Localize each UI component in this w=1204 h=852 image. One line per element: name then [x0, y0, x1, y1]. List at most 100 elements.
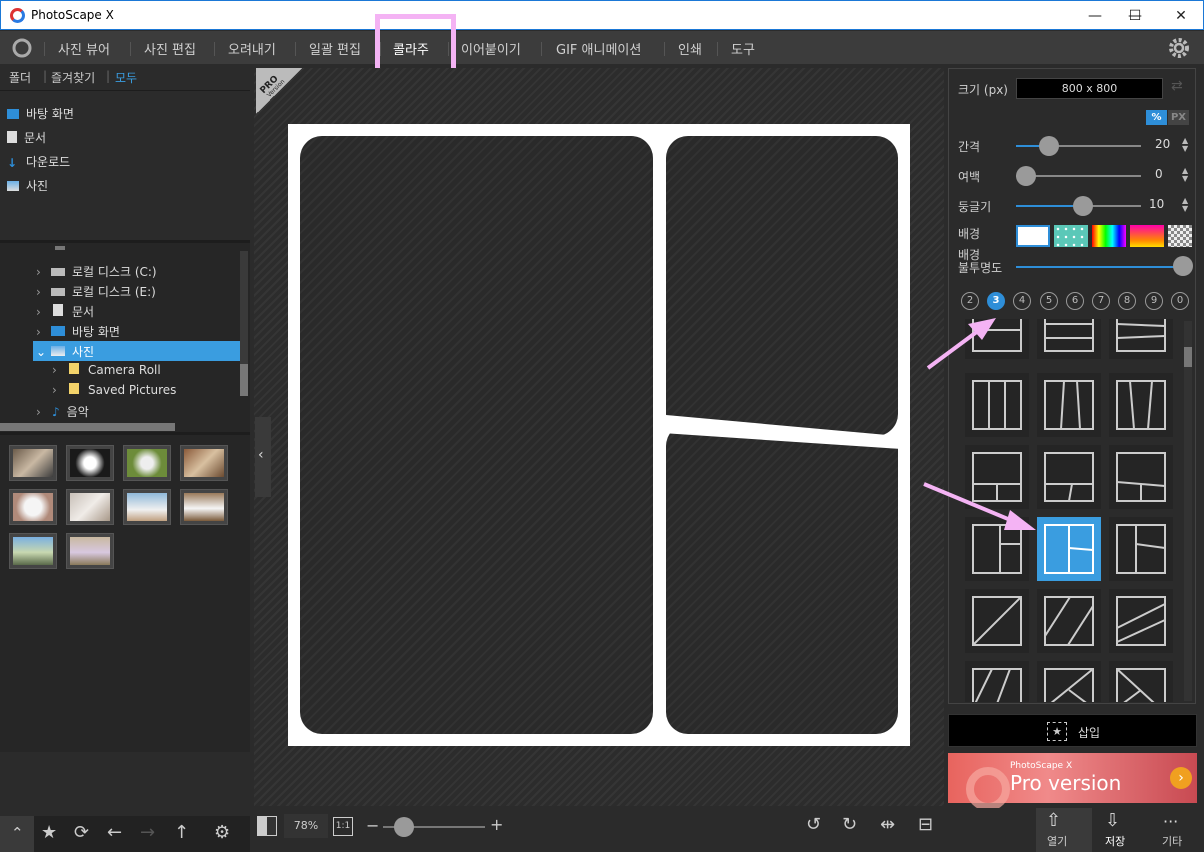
- gear-icon[interactable]: ⚙: [214, 822, 230, 843]
- flip-vertical-icon[interactable]: ⊟: [918, 814, 933, 835]
- more-button[interactable]: 기타: [1162, 833, 1182, 849]
- thumbnail[interactable]: [66, 533, 114, 569]
- thumbnail[interactable]: [123, 489, 171, 525]
- tree-item-documents[interactable]: › 문서: [36, 303, 94, 320]
- flip-horizontal-icon[interactable]: ⇹: [880, 814, 895, 835]
- layout-template[interactable]: [1109, 517, 1173, 581]
- count-7[interactable]: 7: [1092, 292, 1110, 310]
- menu-gif[interactable]: GIF 애니메이션: [556, 39, 641, 58]
- back-arrow-icon[interactable]: ←: [107, 822, 122, 843]
- unit-px-button[interactable]: PX: [1168, 110, 1189, 125]
- bg-swatch-transparent[interactable]: [1168, 225, 1192, 247]
- layout-template[interactable]: [1037, 589, 1101, 653]
- margin-value[interactable]: 0: [1155, 167, 1163, 181]
- roundness-value[interactable]: 10: [1149, 197, 1164, 211]
- fav-documents[interactable]: 문서: [7, 129, 46, 146]
- layout-template[interactable]: [965, 661, 1029, 702]
- compare-icon[interactable]: [257, 816, 277, 836]
- count-3[interactable]: 3: [987, 292, 1005, 310]
- margin-spinner[interactable]: ▲ ▼: [1182, 167, 1188, 183]
- layout-template[interactable]: [1037, 445, 1101, 509]
- layout-template[interactable]: [1109, 319, 1173, 359]
- tab-favorites[interactable]: 즐겨찾기: [51, 69, 95, 86]
- zoom-out-icon[interactable]: −: [366, 816, 379, 835]
- zoom-in-icon[interactable]: +: [490, 815, 503, 834]
- unit-percent-button[interactable]: %: [1146, 110, 1167, 125]
- insert-button[interactable]: ★ 삽입: [948, 714, 1197, 747]
- more-icon[interactable]: ···: [1163, 812, 1178, 831]
- count-9[interactable]: 9: [1145, 292, 1163, 310]
- fav-desktop[interactable]: 바탕 화면: [7, 105, 74, 122]
- pro-version-banner[interactable]: PhotoScape X Pro version ›: [948, 753, 1197, 811]
- layout-template[interactable]: [1037, 319, 1101, 359]
- fav-pictures[interactable]: 사진: [7, 177, 48, 194]
- open-icon[interactable]: ⇧: [1046, 810, 1061, 831]
- thumbnail[interactable]: [180, 489, 228, 525]
- collapse-panel-button[interactable]: ⌃: [0, 816, 34, 852]
- maximize-icon[interactable]: ☐: [1115, 1, 1155, 31]
- count-4[interactable]: 4: [1013, 292, 1031, 310]
- count-0[interactable]: 0: [1171, 292, 1189, 310]
- layout-template-selected[interactable]: [1037, 517, 1101, 581]
- thumbnail[interactable]: [9, 489, 57, 525]
- up-arrow-icon[interactable]: ↑: [174, 822, 189, 843]
- menu-combine[interactable]: 이어붙이기: [461, 39, 521, 58]
- tab-all[interactable]: 모두: [115, 69, 137, 86]
- home-aperture-icon[interactable]: [11, 38, 33, 58]
- open-button[interactable]: 열기: [1047, 833, 1067, 849]
- size-input[interactable]: 800 x 800: [1016, 78, 1163, 99]
- tree-item-c-drive[interactable]: › 로컬 디스크 (C:): [36, 263, 157, 280]
- bg-swatch-pattern[interactable]: [1054, 225, 1088, 247]
- layout-template[interactable]: [1037, 661, 1101, 702]
- collage-cell-bottom-right[interactable]: [666, 433, 898, 734]
- tree-item-music[interactable]: › ♪ 음악: [36, 403, 89, 420]
- tree-scrollbar[interactable]: [240, 251, 248, 396]
- collapse-left-panel-button[interactable]: ‹: [255, 417, 271, 497]
- layout-template[interactable]: [1109, 589, 1173, 653]
- count-8[interactable]: 8: [1118, 292, 1136, 310]
- spacing-spinner[interactable]: ▲ ▼: [1182, 137, 1188, 153]
- roundness-spinner[interactable]: ▲ ▼: [1182, 197, 1188, 213]
- settings-gear-icon[interactable]: [1168, 37, 1190, 59]
- layout-template[interactable]: [1109, 373, 1173, 437]
- rotate-right-icon[interactable]: ↻: [842, 814, 857, 835]
- tree-item-saved-pictures[interactable]: › Saved Pictures: [52, 383, 176, 397]
- menu-tools[interactable]: 도구: [731, 39, 755, 58]
- rotate-left-icon[interactable]: ↺: [806, 814, 821, 835]
- layout-scrollbar[interactable]: [1184, 321, 1192, 701]
- minimize-icon[interactable]: —: [1075, 1, 1115, 31]
- save-button[interactable]: 저장: [1105, 833, 1125, 849]
- thumbnail[interactable]: [180, 445, 228, 481]
- thumbnail[interactable]: [66, 445, 114, 481]
- thumbnail[interactable]: [9, 445, 57, 481]
- thumbnail[interactable]: [66, 489, 114, 525]
- spacing-value[interactable]: 20: [1155, 137, 1170, 151]
- layout-template[interactable]: [1037, 373, 1101, 437]
- tree-item-pictures[interactable]: ⌄ 사진: [36, 343, 94, 360]
- roundness-slider[interactable]: [1073, 196, 1093, 216]
- bg-opacity-slider[interactable]: [1173, 256, 1193, 276]
- tree-item-desktop[interactable]: › 바탕 화면: [36, 323, 120, 340]
- layout-template[interactable]: [1109, 445, 1173, 509]
- zoom-slider[interactable]: [394, 817, 414, 837]
- tree-hscrollbar[interactable]: [0, 423, 175, 431]
- tab-folder[interactable]: 폴더: [9, 69, 31, 86]
- swap-icon[interactable]: ⇄: [1171, 78, 1183, 94]
- forward-arrow-icon[interactable]: →: [140, 822, 155, 843]
- collage-cell-top-right[interactable]: [666, 136, 898, 436]
- chevron-right-icon[interactable]: ›: [1170, 767, 1192, 789]
- thumbnail[interactable]: [123, 445, 171, 481]
- count-6[interactable]: 6: [1066, 292, 1084, 310]
- fav-downloads[interactable]: ↓ 다운로드: [7, 153, 70, 170]
- menu-batch[interactable]: 일괄 편집: [309, 39, 361, 58]
- layout-template[interactable]: [1109, 661, 1173, 702]
- margin-slider[interactable]: [1016, 166, 1036, 186]
- tree-item-camera-roll[interactable]: › Camera Roll: [52, 363, 161, 377]
- collage-cell-left[interactable]: [300, 136, 653, 734]
- menu-print[interactable]: 인쇄: [678, 39, 702, 58]
- tree-item-e-drive[interactable]: › 로컬 디스크 (E:): [36, 283, 156, 300]
- layout-template[interactable]: [965, 589, 1029, 653]
- count-2[interactable]: 2: [961, 292, 979, 310]
- spacing-slider[interactable]: [1039, 136, 1059, 156]
- thumbnail[interactable]: [9, 533, 57, 569]
